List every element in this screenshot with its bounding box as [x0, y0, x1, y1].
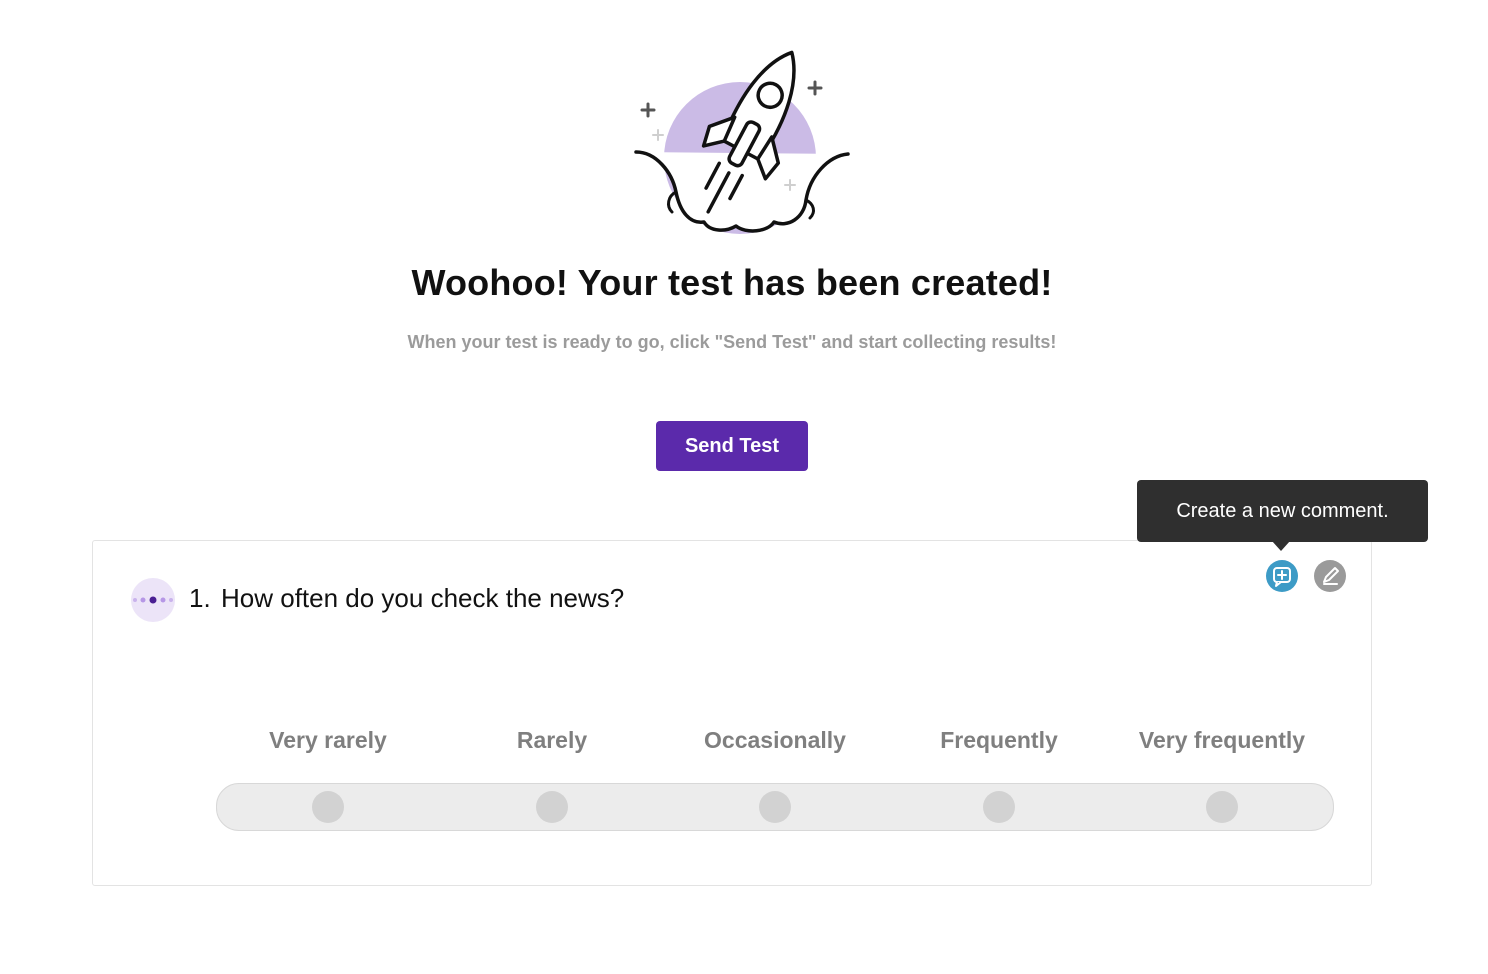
page-title: Woohoo! Your test has been created!: [411, 262, 1053, 303]
add-comment-button[interactable]: [1266, 560, 1298, 592]
scale-label-very-rarely: Very rarely: [269, 727, 387, 753]
scale-option-occasionally[interactable]: [759, 791, 791, 823]
edit-pen-icon: [1323, 567, 1339, 585]
scale-option-very-frequently[interactable]: [1206, 791, 1238, 823]
scale-option-very-rarely[interactable]: [312, 791, 344, 823]
rocket-launch-icon: [634, 50, 850, 234]
comment-tooltip: Create a new comment.: [1137, 480, 1428, 542]
likert-scale-icon: [131, 578, 175, 622]
question-text: How often do you check the news?: [221, 583, 625, 613]
scale-label-frequently: Frequently: [940, 727, 1058, 753]
send-test-button[interactable]: Send Test: [656, 421, 808, 471]
scale-label-occasionally: Occasionally: [704, 727, 846, 753]
page: Woohoo! Your test has been created! When…: [0, 0, 1488, 974]
add-comment-icon: [1273, 567, 1291, 587]
question-number: 1.: [189, 583, 211, 613]
scale-label-rarely: Rarely: [516, 727, 588, 753]
page-subtitle: When your test is ready to go, click "Se…: [407, 332, 1057, 352]
question-card: 1. How often do you check the news? Very…: [92, 540, 1372, 886]
scale-option-rarely[interactable]: [536, 791, 568, 823]
scale-option-frequently[interactable]: [983, 791, 1015, 823]
scale-label-very-frequently: Very frequently: [1138, 727, 1306, 753]
tooltip-arrow: [1272, 541, 1290, 551]
edit-question-button[interactable]: [1314, 560, 1346, 592]
